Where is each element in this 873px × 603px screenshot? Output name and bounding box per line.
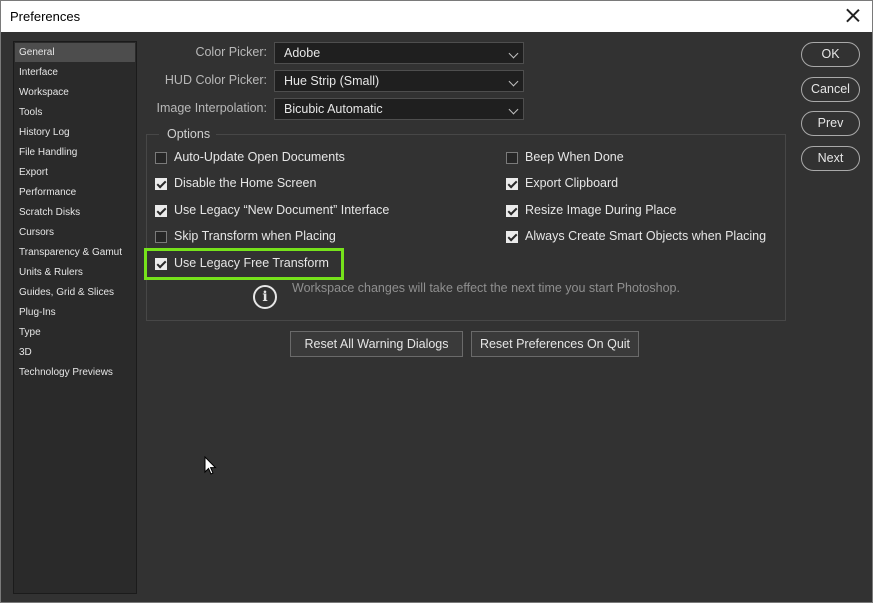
sidebar-item-workspace[interactable]: Workspace <box>15 83 135 102</box>
sidebar-item-export[interactable]: Export <box>15 163 135 182</box>
chevron-down-icon <box>508 76 519 87</box>
sidebar: General Interface Workspace Tools Histor… <box>13 41 137 594</box>
info-icon: i <box>253 285 277 309</box>
skip-transform-label: Skip Transform when Placing <box>174 229 336 243</box>
sidebar-item-file-handling[interactable]: File Handling <box>15 143 135 162</box>
color-picker-label: Color Picker: <box>195 45 267 59</box>
title-bar: Preferences <box>1 1 872 32</box>
resize-image-during-place-label: Resize Image During Place <box>525 203 677 217</box>
auto-update-open-documents-label: Auto-Update Open Documents <box>174 150 345 164</box>
disable-home-screen-label: Disable the Home Screen <box>174 176 317 190</box>
sidebar-item-performance[interactable]: Performance <box>15 183 135 202</box>
disable-home-screen-checkbox[interactable] <box>155 178 167 190</box>
export-clipboard-checkbox[interactable] <box>506 178 518 190</box>
sidebar-item-type[interactable]: Type <box>15 323 135 342</box>
sidebar-item-scratch-disks[interactable]: Scratch Disks <box>15 203 135 222</box>
image-interpolation-value: Bicubic Automatic <box>284 102 383 116</box>
color-picker-value: Adobe <box>284 46 321 60</box>
legacy-new-document-label: Use Legacy “New Document” Interface <box>174 203 390 217</box>
image-interpolation-select[interactable]: Bicubic Automatic <box>274 98 524 120</box>
beep-when-done-checkbox[interactable] <box>506 152 518 164</box>
chevron-down-icon <box>508 104 519 115</box>
close-icon[interactable] <box>842 5 864 27</box>
sidebar-item-tools[interactable]: Tools <box>15 103 135 122</box>
highlight-box <box>144 248 344 280</box>
window-title: Preferences <box>10 9 81 24</box>
ok-button[interactable]: OK <box>801 42 860 67</box>
color-picker-select[interactable]: Adobe <box>274 42 524 64</box>
sidebar-item-interface[interactable]: Interface <box>15 63 135 82</box>
sidebar-item-plug-ins[interactable]: Plug-Ins <box>15 303 135 322</box>
sidebar-item-transparency-gamut[interactable]: Transparency & Gamut <box>15 243 135 262</box>
preferences-dialog: Preferences General Interface Workspace … <box>0 0 873 603</box>
sidebar-item-history-log[interactable]: History Log <box>15 123 135 142</box>
hud-color-picker-value: Hue Strip (Small) <box>284 74 380 88</box>
next-button[interactable]: Next <box>801 146 860 171</box>
reset-preferences-on-quit-button[interactable]: Reset Preferences On Quit <box>471 331 639 357</box>
info-text: Workspace changes will take effect the n… <box>292 281 680 295</box>
sidebar-item-cursors[interactable]: Cursors <box>15 223 135 242</box>
sidebar-item-3d[interactable]: 3D <box>15 343 135 362</box>
image-interpolation-label: Image Interpolation: <box>156 101 268 115</box>
prev-button[interactable]: Prev <box>801 111 860 136</box>
chevron-down-icon <box>508 48 519 59</box>
smart-objects-placing-label: Always Create Smart Objects when Placing <box>525 229 767 243</box>
smart-objects-placing-checkbox[interactable] <box>506 231 518 243</box>
legacy-new-document-checkbox[interactable] <box>155 205 167 217</box>
reset-warning-dialogs-button[interactable]: Reset All Warning Dialogs <box>290 331 463 357</box>
auto-update-open-documents-checkbox[interactable] <box>155 152 167 164</box>
skip-transform-checkbox[interactable] <box>155 231 167 243</box>
resize-image-during-place-checkbox[interactable] <box>506 205 518 217</box>
hud-color-picker-label: HUD Color Picker: <box>164 73 267 87</box>
mouse-pointer-icon <box>204 456 217 475</box>
sidebar-item-guides-grid-slices[interactable]: Guides, Grid & Slices <box>15 283 135 302</box>
sidebar-item-units-rulers[interactable]: Units & Rulers <box>15 263 135 282</box>
cancel-button[interactable]: Cancel <box>801 77 860 102</box>
sidebar-item-technology-previews[interactable]: Technology Previews <box>15 363 135 382</box>
options-group-title: Options <box>159 127 217 141</box>
sidebar-item-general[interactable]: General <box>15 43 135 62</box>
export-clipboard-label: Export Clipboard <box>525 176 619 190</box>
hud-color-picker-select[interactable]: Hue Strip (Small) <box>274 70 524 92</box>
beep-when-done-label: Beep When Done <box>525 150 624 164</box>
